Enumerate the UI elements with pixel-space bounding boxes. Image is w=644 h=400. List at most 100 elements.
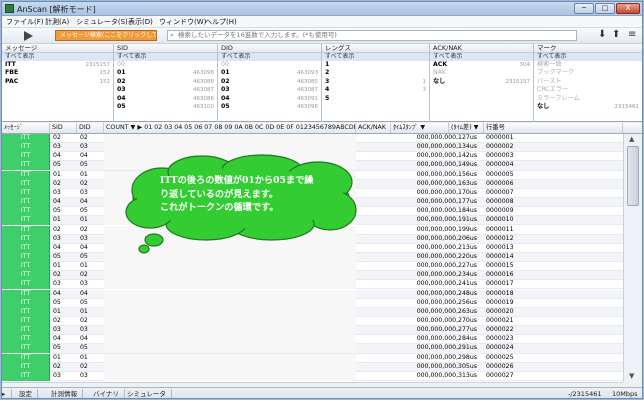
filter-item[interactable]: 01 463093: [218, 69, 321, 77]
filter-select-all[interactable]: すべて表示: [534, 53, 642, 61]
search-input[interactable]: ⌕ 検索したいデータを16進数で入力します。(*も使用可): [167, 30, 577, 41]
filter-item[interactable]: 02 463085: [218, 78, 321, 86]
cell-sid: 02: [53, 317, 61, 324]
filter-item[interactable]: 1: [322, 61, 429, 69]
cell-did: 01: [80, 353, 88, 361]
menu-simulator[interactable]: シミュレータ(S): [76, 17, 128, 27]
table-row[interactable]: ITT 05 05 000,000,000,256us 0000019: [2, 298, 623, 308]
cell-acknak: [356, 363, 391, 372]
cell-sid: 04: [53, 243, 61, 251]
filter-item[interactable]: ACK 304: [430, 61, 533, 69]
filter-item[interactable]: 04 463091: [218, 95, 321, 103]
table-row[interactable]: ITT 03 03 000,000,000,313us 0000027: [2, 371, 623, 381]
scroll-thumb[interactable]: [627, 146, 639, 206]
tab-settings[interactable]: 設定: [14, 389, 38, 398]
cell-acknak: [356, 372, 391, 381]
tab-measure-info[interactable]: 計測情報: [46, 389, 83, 398]
filter-select-all[interactable]: すべて表示: [2, 53, 113, 61]
menu-help[interactable]: ヘルプ(H): [205, 17, 237, 27]
table-row[interactable]: ITT 02 02 000,000,000,127us 0000001: [2, 134, 623, 144]
menu-file[interactable]: ファイル(F): [6, 17, 44, 27]
menu-window[interactable]: ウィンドウ(W): [159, 17, 206, 27]
filter-item[interactable]: 05 463100: [114, 103, 217, 111]
filter-item[interactable]: 02 463088: [114, 78, 217, 86]
filter-item[interactable]: なし 2315461: [534, 103, 642, 111]
search-mode-toggle[interactable]: メッセージ検索(ここをクリックして切替): [55, 30, 157, 41]
table-row[interactable]: ITT 01 01 000,000,000,298us 0000025: [2, 353, 623, 363]
cell-did: 05: [80, 161, 88, 169]
filter-select-all[interactable]: すべて表示: [322, 53, 429, 61]
arrow-down-icon[interactable]: ⬇: [598, 29, 606, 40]
table-row[interactable]: ITT 02 02 000,000,000,305us 0000026: [2, 362, 623, 372]
close-button[interactable]: X: [616, 3, 640, 14]
filter-item[interactable]: FBE 152: [2, 69, 113, 77]
cell-did: 03: [80, 234, 88, 242]
filter-item[interactable]: ブックマーク: [534, 69, 642, 77]
filter-item[interactable]: PAC 152: [2, 78, 113, 86]
filter-item[interactable]: なし 2315157: [430, 78, 533, 86]
filter-item[interactable]: 03 463087: [114, 86, 217, 94]
filter-item[interactable]: NAK: [430, 69, 533, 77]
table-row[interactable]: ITT 03 03 000,000,000,241us 0000017: [2, 280, 623, 290]
hamburger-icon[interactable]: ≡: [628, 29, 636, 40]
filter-item[interactable]: ITT 2315157: [2, 61, 113, 69]
filter-item[interactable]: 43: [322, 86, 429, 94]
main-window: AnScan [解析モード] ─ □ X ファイル(F) 計測(A) シミュレー…: [1, 1, 643, 399]
scroll-up-icon[interactable]: ▲: [629, 135, 634, 143]
cell-sid: 01: [53, 216, 61, 224]
cell-count: [104, 353, 356, 363]
filter-select-all[interactable]: すべて表示: [430, 53, 533, 61]
cell-message: ITT: [2, 152, 50, 162]
menu-measure[interactable]: 計測(A): [45, 17, 69, 27]
table-row[interactable]: ITT 05 05 000,000,000,220us 0000014: [2, 252, 623, 263]
filter-item[interactable]: 2: [322, 69, 429, 77]
filter-select-all[interactable]: すべて表示: [218, 53, 321, 61]
cell-did: 02: [80, 179, 88, 187]
filter-select-all[interactable]: すべて表示: [114, 53, 217, 61]
vertical-scrollbar[interactable]: ▲ ▼: [623, 134, 642, 382]
menu-view[interactable]: 表示(D): [128, 17, 153, 27]
table-row[interactable]: ITT 03 03 000,000,000,134us 0000002: [2, 143, 623, 153]
filter-item[interactable]: 01 463098: [114, 69, 217, 77]
table-row[interactable]: ITT 05 05 000,000,000,291us 0000024: [2, 344, 623, 354]
table-row[interactable]: ITT 03 03 000,000,000,277us 0000022: [2, 326, 623, 336]
minimize-button[interactable]: ─: [574, 3, 594, 14]
filter-item[interactable]: 04 463086: [114, 95, 217, 103]
filter-header: レングス: [322, 44, 429, 53]
filter-item[interactable]: 00: [114, 61, 217, 69]
cell-acknak: [356, 152, 391, 161]
filter-item[interactable]: バースト: [534, 78, 642, 86]
filter-item[interactable]: 05 463096: [218, 103, 321, 111]
arrow-up-icon[interactable]: ⬆: [612, 29, 620, 40]
cell-sid: 04: [53, 198, 61, 206]
scroll-down-icon[interactable]: ▼: [629, 372, 634, 380]
table-row[interactable]: ITT 01 01 000,000,000,227us 0000015: [2, 262, 623, 272]
tab-binary[interactable]: バイナリ: [88, 389, 125, 398]
tab-simulator[interactable]: シミュレータ: [122, 389, 172, 398]
table-row[interactable]: ITT 04 04 000,000,000,284us 0000023: [2, 335, 623, 345]
table-row[interactable]: ITT 02 02 000,000,000,270us 0000021: [2, 317, 623, 327]
filter-item[interactable]: 03 463087: [218, 86, 321, 94]
maximize-button[interactable]: □: [595, 3, 615, 14]
table-row[interactable]: ITT 04 04 000,000,000,248us 0000018: [2, 289, 623, 299]
col-header-message[interactable]: ﾒｯｾｰｼﾞ: [2, 123, 50, 133]
panel-toggle-icon[interactable]: ▸: [2, 389, 12, 398]
filter-item[interactable]: ミラーフレーム: [534, 95, 642, 103]
filter-item[interactable]: 5: [322, 95, 429, 103]
col-header-timediff[interactable]: (ﾀｲﾑ差) ▼: [449, 123, 484, 133]
filter-item[interactable]: 00: [218, 61, 321, 69]
table-row[interactable]: ITT 01 01 000,000,000,263us 0000020: [2, 307, 623, 317]
callout-line: これがトークンの循環です。: [160, 202, 279, 213]
col-header-sid[interactable]: SID: [50, 123, 77, 133]
filter-item[interactable]: CRCエラー: [534, 86, 642, 94]
filter-item[interactable]: 31: [322, 78, 429, 86]
col-header-acknak[interactable]: ACK/NAK: [356, 123, 391, 133]
play-icon[interactable]: [24, 31, 33, 41]
col-header-did[interactable]: DID: [77, 123, 104, 133]
callout-text: ITTの後ろの数値が01から05まで繰 り返しているのが見えます。 これがトーク…: [160, 174, 350, 215]
cell-did: 04: [80, 198, 88, 206]
col-header-line[interactable]: 行番号: [484, 123, 623, 133]
col-header-timestamp[interactable]: ﾀｲﾑｽﾀﾝﾌﾟ ▼: [391, 123, 449, 133]
col-header-count[interactable]: COUNT ▼ ▶ 01 02 03 04 05 06 07 08 09 0A …: [104, 123, 356, 133]
table-row[interactable]: ITT 02 02 000,000,000,234us 0000016: [2, 271, 623, 281]
